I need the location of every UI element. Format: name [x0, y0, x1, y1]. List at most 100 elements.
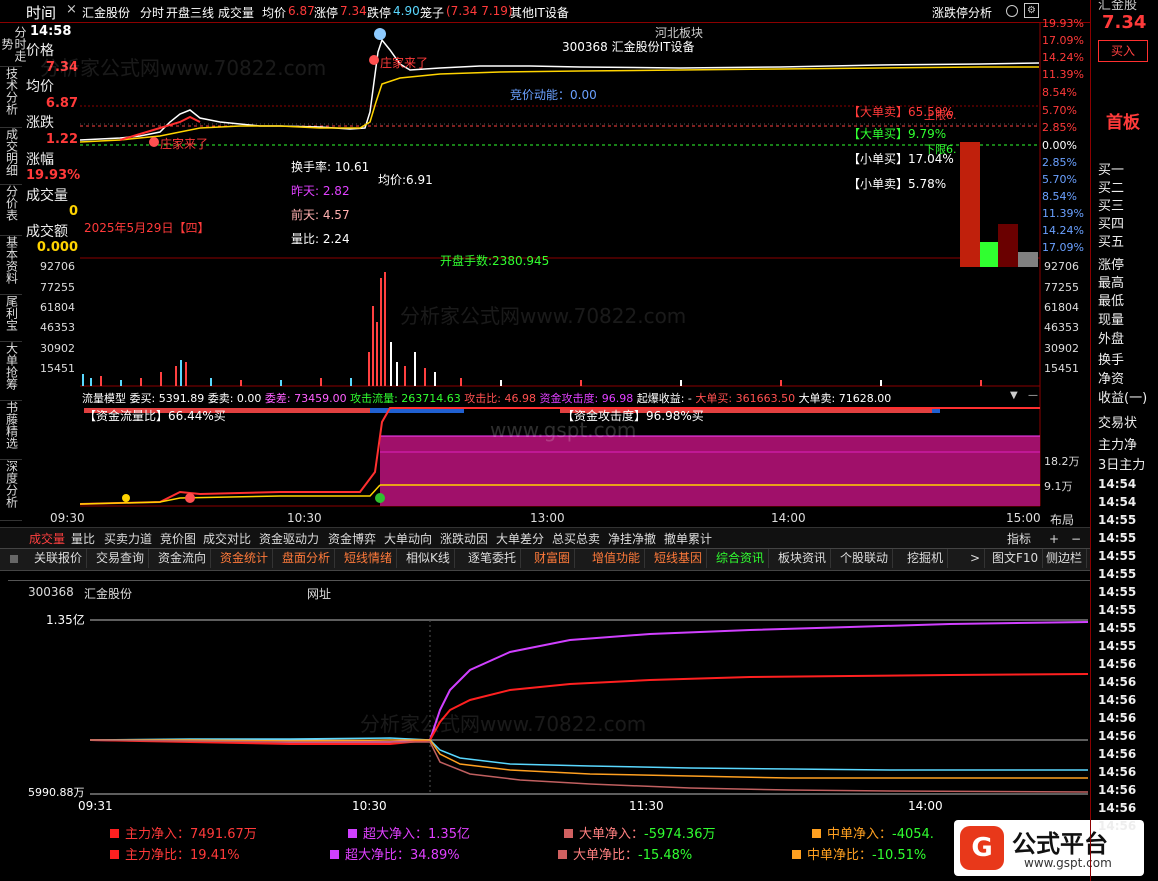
toolbar-capital-flow[interactable]: 资金流向	[154, 549, 212, 568]
toolbar-short-gene[interactable]: 短线基因	[650, 549, 708, 568]
toolbar-value-added[interactable]: 增值功能	[588, 549, 646, 568]
book-net-asset: 净资	[1098, 372, 1125, 387]
book-earnings: 收益(一)	[1098, 391, 1148, 406]
pct-tick: 5.70%	[1042, 173, 1077, 186]
time-tick: 14:00	[771, 511, 806, 525]
trade-status-label[interactable]: 交易状	[1098, 412, 1137, 431]
stock-name: 汇金股份	[82, 6, 131, 20]
limit-up-value: 7.34	[340, 4, 367, 18]
money-bag-icon	[122, 494, 130, 502]
capital-flow-chart[interactable]	[90, 600, 1090, 796]
signal-icon	[375, 493, 385, 503]
big-buy-bar	[980, 242, 998, 267]
toolbar-f10[interactable]: 图文F10	[988, 549, 1044, 568]
view-volume[interactable]: 成交量	[218, 4, 254, 21]
time-tick: 13:00	[530, 511, 565, 525]
flow-y2: 9.1万	[1044, 480, 1073, 493]
tab-auction[interactable]: 竞价图	[157, 530, 199, 548]
left-tab-intraday[interactable]: 分时走势	[0, 22, 27, 67]
three-day-label: 3日主力	[1098, 458, 1146, 473]
vol-tick: 77255	[40, 281, 75, 294]
toolbar-excavator[interactable]: 挖掘机	[903, 549, 949, 568]
first-board-button[interactable]: 首板	[1106, 108, 1140, 133]
tab-compare[interactable]: 成交对比	[200, 530, 254, 548]
left-tab-big-order[interactable]: 大单抢筹	[0, 342, 22, 401]
big-buy-pct: 【大单买】9.79%	[848, 127, 947, 141]
lower-time-tick: 14:00	[908, 799, 943, 813]
left-tab-deep[interactable]: 深度分析	[0, 460, 22, 521]
view-intraday[interactable]: 分时	[140, 4, 164, 21]
volume-bars	[82, 272, 982, 386]
time-tab[interactable]: 时间	[26, 2, 56, 23]
pct-tick: 19.93%	[1042, 17, 1084, 30]
toolbar-capital-stats[interactable]: 资金统计	[216, 549, 274, 568]
limit-down-value: 4.90	[393, 4, 420, 18]
toolbar-sidebar[interactable]: 侧边栏	[1042, 549, 1088, 568]
toolbar-linkage[interactable]: 个股联动	[836, 549, 894, 568]
flow-expand-icon[interactable]: —	[1028, 390, 1038, 401]
book-low: 最低	[1098, 294, 1125, 309]
pct-tick: 2.85%	[1042, 156, 1077, 169]
toolbar-similar-k[interactable]: 相似K线	[402, 549, 455, 568]
flow-dropdown-icon[interactable]: ▼	[1010, 390, 1018, 401]
toolbar-sector-news[interactable]: 板块资讯	[774, 549, 832, 568]
legend-big-ratio: 大单净比：-15.48%	[558, 844, 692, 863]
amount-label: 成交额	[26, 224, 68, 240]
toolbar-market-analysis[interactable]: 盘面分析	[278, 549, 336, 568]
buy-button[interactable]: 买入	[1098, 40, 1148, 62]
toolbar-related-quote[interactable]: 关联报价	[30, 549, 88, 568]
tab-volume[interactable]: 成交量	[26, 530, 68, 548]
layout-button[interactable]: 布局	[1050, 511, 1074, 528]
tab-net[interactable]: 净挂净撤	[605, 530, 659, 548]
tab-big-diff[interactable]: 大单差分	[493, 530, 547, 548]
view-open-lines[interactable]: 开盘三线	[166, 4, 214, 21]
tab-total[interactable]: 总买总卖	[549, 530, 603, 548]
toolbar-order-detail[interactable]: 逐笔委托	[464, 549, 522, 568]
small-buy-bar	[998, 224, 1018, 267]
book-buy4: 买四	[1098, 217, 1125, 232]
toolbar-more-icon[interactable]: >	[966, 549, 986, 568]
flow-attack-degree: 资金攻击度: 96.98	[539, 392, 634, 405]
pct-label: 涨幅	[26, 152, 54, 168]
minus-button[interactable]: −	[1068, 530, 1084, 548]
chart-date: 2025年5月29日【四】	[84, 221, 210, 235]
day-before-turnover: 前天: 4.57	[291, 208, 350, 222]
left-tab-tail[interactable]: 尾利宝	[0, 295, 22, 342]
flow-y1: 18.2万	[1044, 455, 1080, 468]
circle-icon[interactable]	[1006, 5, 1018, 17]
tick-time: 14:55	[1098, 531, 1137, 545]
toolbar-news[interactable]: 综合资讯	[712, 549, 770, 568]
vol-tick: 77255	[1044, 281, 1079, 294]
tab-cause[interactable]: 涨跌动因	[437, 530, 491, 548]
tick-time: 14:55	[1098, 585, 1137, 599]
toolbar-trade-query[interactable]: 交易查询	[92, 549, 150, 568]
tick-time: 14:55	[1098, 549, 1137, 563]
tab-cancel[interactable]: 撤单累计	[661, 530, 715, 548]
limit-analysis-button[interactable]: 涨跌停分析	[932, 4, 992, 21]
top-header: 时间 × 汇金股份 分时 开盘三线 成交量 均价 6.87 涨停 7.34 跌停…	[0, 0, 1090, 23]
watermark: 分析家公式网www.70822.com	[400, 304, 687, 328]
toolbar-short-mood[interactable]: 短线情绪	[340, 549, 398, 568]
left-tab-picks[interactable]: 书藤精选	[0, 401, 22, 460]
toolbar-wealth[interactable]: 财富圈	[530, 549, 576, 568]
settings-icon[interactable]: ⚙	[1024, 3, 1039, 18]
volume-ratio: 量比: 2.24	[291, 232, 350, 246]
tab-drive[interactable]: 资金驱动力	[256, 530, 322, 548]
tab-game[interactable]: 资金博弈	[325, 530, 379, 548]
close-icon[interactable]: ×	[66, 2, 77, 17]
flow-diff: 委差: 73459.00	[264, 392, 347, 405]
vol-tick: 92706	[40, 260, 75, 273]
left-tab-details[interactable]: 成交明细	[0, 128, 22, 185]
tab-big-move[interactable]: 大单动向	[381, 530, 435, 548]
tab-vol-ratio[interactable]: 量比	[68, 530, 98, 548]
left-tab-technical[interactable]: 技术分析	[0, 67, 22, 128]
tab-indicator[interactable]: 指标	[1004, 530, 1034, 548]
book-buy5: 买五	[1098, 235, 1125, 250]
sector-label[interactable]: 其他IT设备	[510, 4, 569, 21]
left-tab-price-table[interactable]: 分价表	[0, 185, 22, 236]
plus-button[interactable]: +	[1046, 530, 1062, 548]
tab-force[interactable]: 买卖力道	[101, 530, 155, 548]
left-tab-profile[interactable]: 基本资料	[0, 236, 22, 295]
flow-buy: 委买: 5391.89	[129, 392, 205, 405]
vol-tick: 15451	[40, 362, 75, 375]
